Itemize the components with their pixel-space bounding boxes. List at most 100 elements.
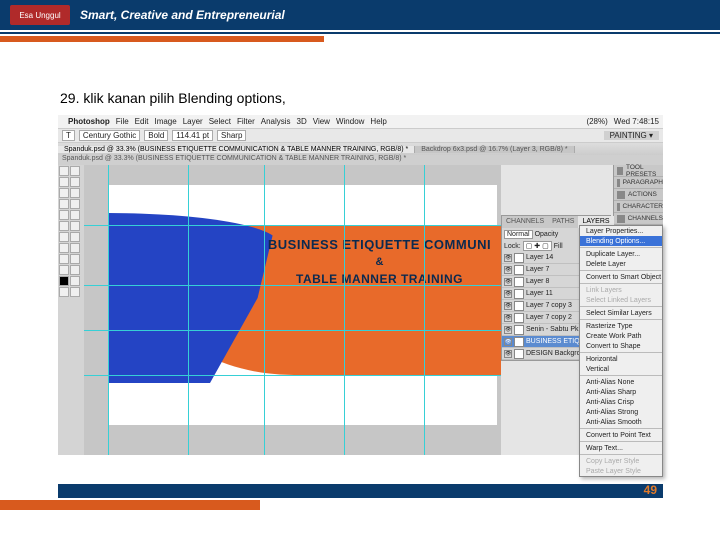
ctx-item[interactable]: Select Similar Layers <box>580 308 662 318</box>
layer-thumb <box>514 325 524 335</box>
font-style-dropdown[interactable]: Bold <box>144 130 168 141</box>
tab-paths[interactable]: PATHS <box>548 216 578 228</box>
history-tool[interactable] <box>70 210 80 220</box>
fg-swatch[interactable] <box>59 276 69 286</box>
wand-tool[interactable] <box>70 177 80 187</box>
visibility-icon[interactable]: 👁 <box>504 254 512 262</box>
menu-image[interactable]: Image <box>154 117 176 126</box>
canvas-area[interactable]: BUSINESS ETIQUETTE COMMUNI & TABLE MANNE… <box>84 165 501 455</box>
ctx-item[interactable]: Layer Properties... <box>580 226 662 236</box>
banner-ampersand: & <box>264 256 495 268</box>
guide-v <box>108 165 109 455</box>
gradient-tool[interactable] <box>70 221 80 231</box>
guide-v <box>424 165 425 455</box>
type-tool[interactable] <box>70 243 80 253</box>
layer-name: Layer 8 <box>526 278 549 285</box>
photoshop-window: Photoshop File Edit Image Layer Select F… <box>58 115 663 455</box>
ctx-item[interactable]: Convert to Shape <box>580 341 662 351</box>
ctx-item[interactable]: Warp Text... <box>580 443 662 453</box>
dock-tool-presets[interactable]: TOOL PRESETS <box>614 165 663 177</box>
marquee-tool[interactable] <box>70 166 80 176</box>
right-panels: TOOL PRESETS PARAGRAPH ACTIONS CHARACTER… <box>501 165 663 455</box>
dodge-tool[interactable] <box>70 232 80 242</box>
dock-channels[interactable]: CHANNELS <box>614 213 663 225</box>
brush-tool[interactable] <box>70 199 80 209</box>
bg-swatch[interactable] <box>70 276 80 286</box>
ctx-item[interactable]: Delete Layer <box>580 259 662 269</box>
visibility-icon[interactable]: 👁 <box>504 338 512 346</box>
font-size-field[interactable]: 114.41 pt <box>172 130 213 141</box>
dock-actions[interactable]: ACTIONS <box>614 189 663 201</box>
hand-tool[interactable] <box>59 265 69 275</box>
menu-separator <box>580 306 662 307</box>
lock-icons[interactable]: ▢ ✚ ▢ <box>523 241 552 251</box>
menu-filter[interactable]: Filter <box>237 117 255 126</box>
menu-3d[interactable]: 3D <box>297 117 307 126</box>
quickmask-tool[interactable] <box>59 287 69 297</box>
ctx-item[interactable]: Duplicate Layer... <box>580 249 662 259</box>
menu-select[interactable]: Select <box>209 117 231 126</box>
menu-layer[interactable]: Layer <box>183 117 203 126</box>
eyedrop-tool[interactable] <box>70 188 80 198</box>
guide-h <box>84 285 501 286</box>
visibility-icon[interactable]: 👁 <box>504 266 512 274</box>
blur-tool[interactable] <box>59 232 69 242</box>
workspace-switcher[interactable]: PAINTING ▾ <box>604 131 659 140</box>
ctx-item[interactable]: Blending Options... <box>580 236 662 246</box>
ctx-item[interactable]: Rasterize Type <box>580 321 662 331</box>
ctx-item[interactable]: Vertical <box>580 364 662 374</box>
visibility-icon[interactable]: 👁 <box>504 290 512 298</box>
doc-tab-1[interactable]: Spanduk.psd @ 33.3% (BUSINESS ETIQUETTE … <box>58 146 415 153</box>
options-bar: T Century Gothic Bold 114.41 pt Sharp PA… <box>58 129 663 143</box>
ctx-item[interactable]: Anti-Alias Sharp <box>580 387 662 397</box>
type-tool-icon[interactable]: T <box>62 130 75 141</box>
ctx-item[interactable]: Create Work Path <box>580 331 662 341</box>
menu-analysis[interactable]: Analysis <box>261 117 291 126</box>
ctx-item[interactable]: Convert to Point Text <box>580 430 662 440</box>
layer-name: Layer 7 copy 3 <box>526 302 572 309</box>
menu-help[interactable]: Help <box>370 117 386 126</box>
visibility-icon[interactable]: 👁 <box>504 326 512 334</box>
move-tool[interactable] <box>59 166 69 176</box>
menu-separator <box>580 375 662 376</box>
layer-thumb <box>514 277 524 287</box>
dock-label: TOOL PRESETS <box>626 164 663 178</box>
crop-tool[interactable] <box>59 188 69 198</box>
screenmode-tool[interactable] <box>70 287 80 297</box>
ctx-item[interactable]: Anti-Alias Strong <box>580 407 662 417</box>
menu-view[interactable]: View <box>313 117 330 126</box>
zoom-tool[interactable] <box>70 265 80 275</box>
lasso-tool[interactable] <box>59 177 69 187</box>
shape-tool[interactable] <box>70 254 80 264</box>
ctx-item[interactable]: Convert to Smart Object <box>580 272 662 282</box>
path-tool[interactable] <box>59 254 69 264</box>
layer-thumb <box>514 337 524 347</box>
menu-file[interactable]: File <box>116 117 129 126</box>
visibility-icon[interactable]: 👁 <box>504 314 512 322</box>
clone-tool[interactable] <box>59 210 69 220</box>
ctx-item[interactable]: Horizontal <box>580 354 662 364</box>
ctx-item[interactable]: Anti-Alias Smooth <box>580 417 662 427</box>
layer-thumb <box>514 313 524 323</box>
dock-character[interactable]: CHARACTER <box>614 201 663 213</box>
menu-edit[interactable]: Edit <box>135 117 149 126</box>
panel-icon <box>617 167 623 175</box>
anti-alias-dropdown[interactable]: Sharp <box>217 130 246 141</box>
app-name[interactable]: Photoshop <box>68 117 110 126</box>
ctx-item[interactable]: Anti-Alias Crisp <box>580 397 662 407</box>
menu-window[interactable]: Window <box>336 117 364 126</box>
blend-mode-dropdown[interactable]: Normal <box>504 230 533 239</box>
pen-tool[interactable] <box>59 243 69 253</box>
heal-tool[interactable] <box>59 199 69 209</box>
ctx-item[interactable]: Anti-Alias None <box>580 377 662 387</box>
doc-tab-2[interactable]: Backdrop 6x3.psd @ 16.7% (Layer 3, RGB/8… <box>415 146 574 153</box>
eraser-tool[interactable] <box>59 221 69 231</box>
visibility-icon[interactable]: 👁 <box>504 350 512 358</box>
visibility-icon[interactable]: 👁 <box>504 302 512 310</box>
guide-h <box>84 225 501 226</box>
font-family-dropdown[interactable]: Century Gothic <box>79 130 140 141</box>
tab-channels[interactable]: CHANNELS <box>502 216 548 228</box>
dock-paragraph[interactable]: PARAGRAPH <box>614 177 663 189</box>
visibility-icon[interactable]: 👁 <box>504 278 512 286</box>
collapsed-dock: TOOL PRESETS PARAGRAPH ACTIONS CHARACTER… <box>613 165 663 225</box>
